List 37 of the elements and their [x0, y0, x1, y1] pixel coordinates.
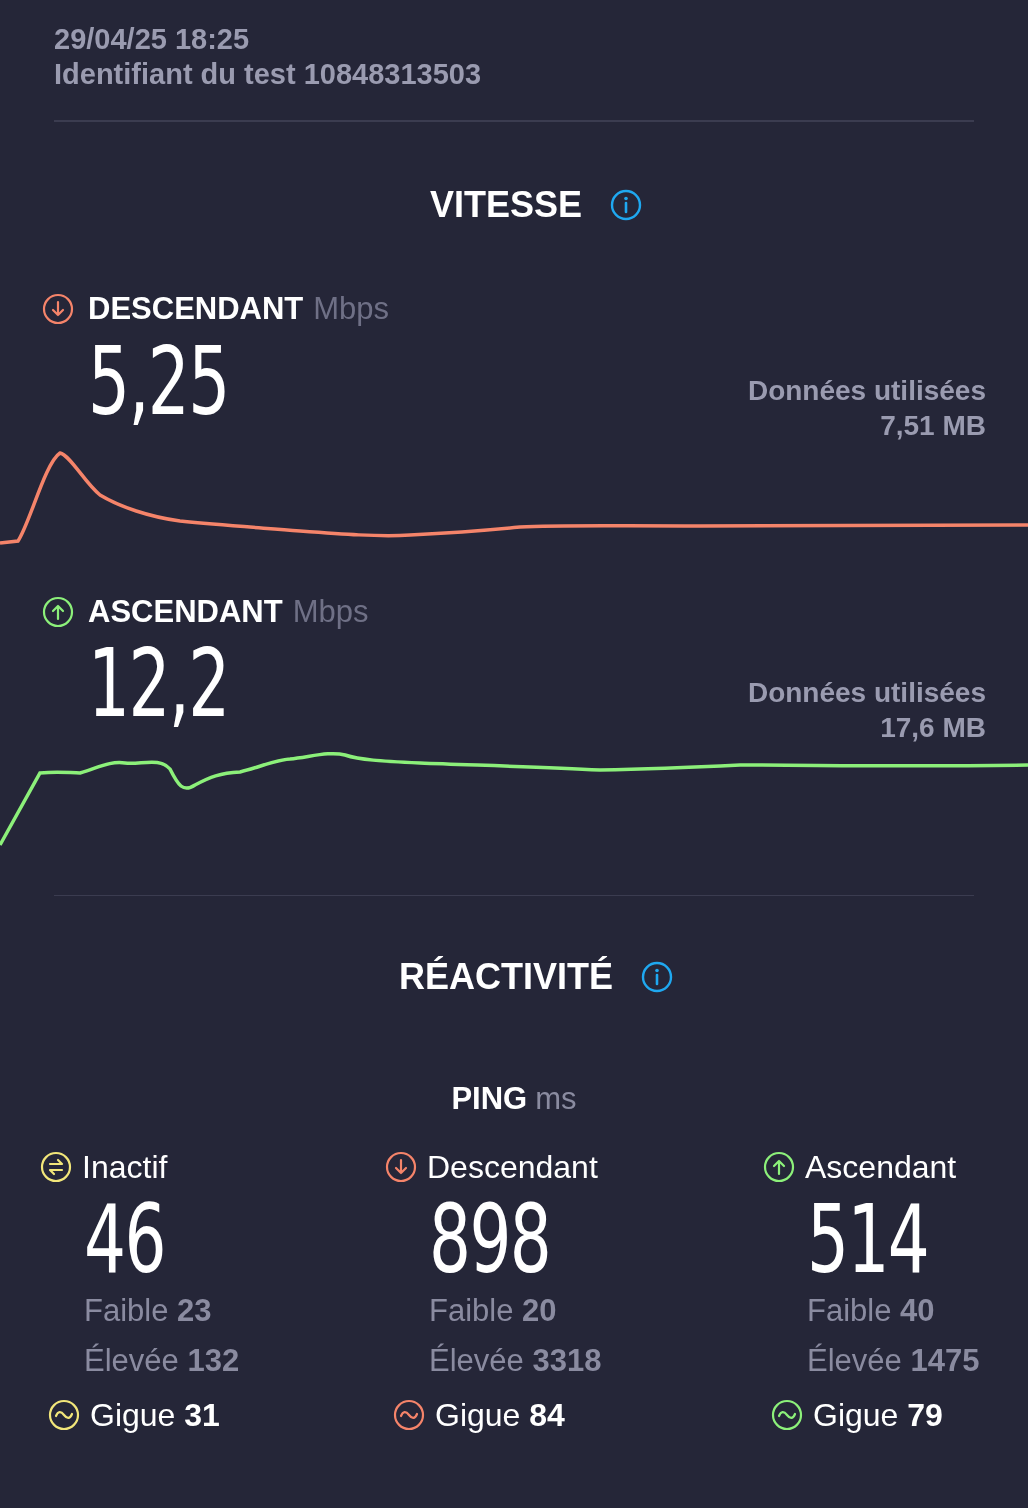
low-value-text: Faible 40 — [807, 1292, 936, 1329]
low-value-text: Faible 23 — [84, 1292, 213, 1329]
ping-label: Inactif — [82, 1147, 168, 1187]
jitter-text: Gigue 79 — [813, 1395, 943, 1435]
data-used-label: Données utilisées — [747, 676, 986, 710]
test-date: 29/04/25 18:25 — [54, 22, 251, 57]
data-used-value: 7,51 MB — [880, 408, 986, 443]
high-value-text: Élevée 132 — [84, 1342, 241, 1379]
big-number: 5,25 — [88, 338, 229, 425]
ping-label: Descendant — [427, 1147, 598, 1187]
data-used-label: Données utilisées — [747, 373, 986, 408]
unit-label: Mbps — [292, 592, 369, 631]
info-icon[interactable] — [610, 189, 643, 221]
data-used-value: 17,6 MB — [880, 711, 986, 745]
high-value-text: Élevée 1475 — [807, 1342, 981, 1379]
info-icon[interactable] — [641, 961, 673, 993]
wave-icon — [771, 1398, 803, 1431]
big-number: 898 — [429, 1196, 551, 1283]
metric-label: ASCENDANT — [88, 592, 283, 631]
big-number: 46 — [84, 1196, 165, 1283]
ping-label: Ascendant — [805, 1147, 957, 1187]
high-value-text: Élevée 3318 — [429, 1342, 603, 1379]
unit-label: ms — [535, 1080, 577, 1118]
section-title: VITESSE — [429, 183, 583, 227]
ping-title: PING — [451, 1080, 528, 1118]
low-value-text: Faible 20 — [429, 1292, 558, 1329]
big-number: 12,2 — [88, 641, 229, 727]
wave-icon — [48, 1398, 80, 1431]
section-title: RÉACTIVITÉ — [399, 955, 613, 999]
big-number: 514 — [807, 1196, 929, 1283]
jitter-text: Gigue 31 — [90, 1395, 220, 1435]
unit-label: Mbps — [313, 290, 390, 328]
test-id: Identifiant du test 10848313503 — [54, 57, 483, 92]
swap-arrows-icon — [40, 1150, 72, 1183]
wave-icon — [393, 1398, 425, 1431]
metric-label: DESCENDANT — [88, 290, 304, 328]
jitter-text: Gigue 84 — [435, 1395, 565, 1435]
